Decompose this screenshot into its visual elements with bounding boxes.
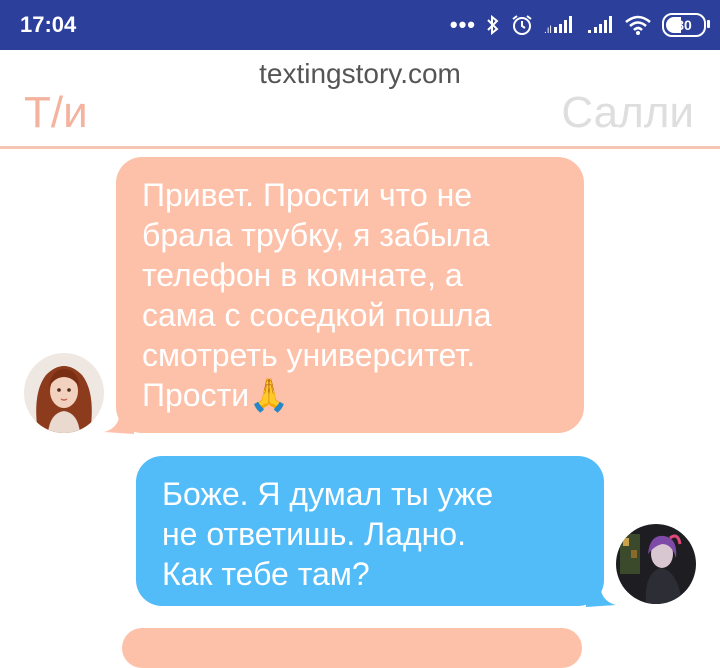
- alarm-icon: [512, 15, 532, 35]
- message-text: смотреть университет.: [142, 337, 476, 373]
- message-text-end: Прости: [142, 377, 250, 413]
- signal-icon: [588, 16, 612, 33]
- message-bubble[interactable]: Боже. Я думал ты уже не ответишь. Ладно.…: [136, 456, 604, 606]
- battery-level: 30: [676, 17, 692, 33]
- dots-icon: •••: [449, 12, 476, 37]
- message-text: Как тебе там?: [162, 556, 370, 592]
- battery-icon: 30: [662, 13, 710, 37]
- signal-icon: .ıl: [544, 16, 572, 35]
- bluetooth-icon: [487, 14, 499, 36]
- message-bubble[interactable]: Привет. Прости что не брала трубку, я за…: [116, 157, 584, 433]
- contact-name-right: Салли: [561, 88, 694, 137]
- message-text: сама с соседкой пошла: [142, 297, 492, 333]
- wifi-icon: [625, 15, 651, 35]
- avatar-left-image: [24, 353, 104, 433]
- status-icons: ••• .ıl 30: [449, 9, 710, 41]
- contact-name-left: Т/и: [24, 88, 88, 137]
- avatar[interactable]: [24, 353, 104, 433]
- site-title: textingstory.com: [259, 58, 461, 89]
- header-divider: [0, 146, 720, 149]
- avatar[interactable]: [616, 524, 696, 604]
- status-bar: 17:04 ••• .ıl 30: [0, 0, 720, 50]
- message-text: не ответишь. Ладно.: [162, 516, 466, 552]
- svg-text:.ıl: .ıl: [544, 25, 552, 35]
- message-text: Привет. Прости что не: [142, 177, 473, 213]
- message-text: телефон в комнате, а: [142, 257, 463, 293]
- message-text: Прости🙏: [142, 375, 558, 415]
- praying-hands-emoji: 🙏: [249, 377, 289, 413]
- status-time: 17:04: [20, 12, 77, 37]
- message-text: Боже. Я думал ты уже: [162, 476, 494, 512]
- message-bubble[interactable]: [122, 628, 582, 668]
- message-text: брала трубку, я забыла: [142, 217, 490, 253]
- avatar-right-image: [616, 524, 696, 604]
